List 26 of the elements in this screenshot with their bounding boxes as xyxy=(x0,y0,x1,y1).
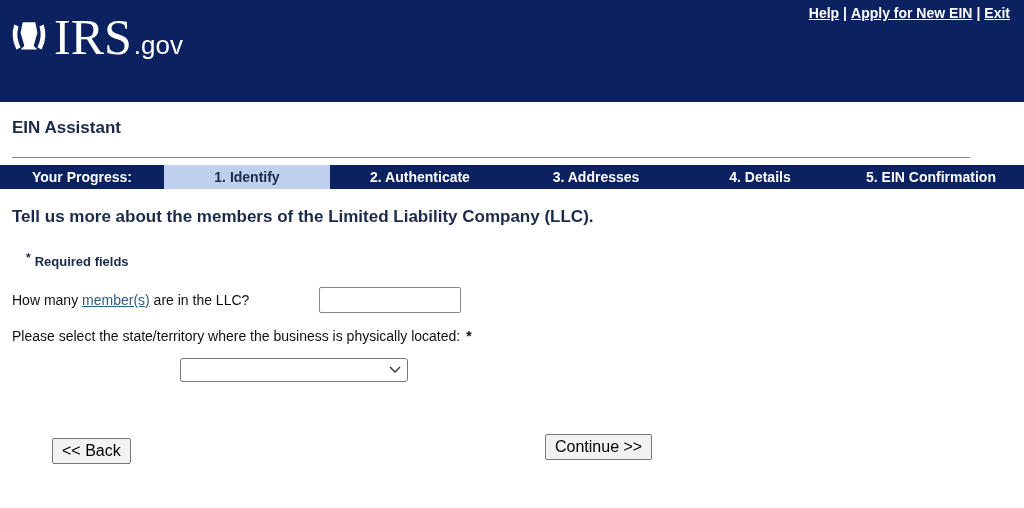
progress-step: 1. Identify xyxy=(164,165,330,189)
header-link[interactable]: Exit xyxy=(984,5,1010,21)
back-button[interactable]: << Back xyxy=(52,438,131,464)
chevron-down-icon xyxy=(389,366,401,374)
page-heading: Tell us more about the members of the Limited Liability Company (LLC). xyxy=(11,206,595,227)
link-separator: | xyxy=(843,5,848,21)
required-mark: * xyxy=(26,251,31,265)
required-mark: * xyxy=(466,328,472,344)
required-note: Required fields xyxy=(34,254,129,269)
members-input-field[interactable] xyxy=(319,287,462,313)
app-title: EIN Assistant xyxy=(11,117,122,139)
state-dropdown[interactable] xyxy=(180,358,408,382)
progress-step: 3. Addresses xyxy=(510,165,682,189)
header-link[interactable]: Apply for New EIN xyxy=(851,5,973,21)
progress-label: Your Progress: xyxy=(30,169,134,185)
progress-step: 2. Authenticate xyxy=(330,165,510,189)
progress-step: 4. Details xyxy=(682,165,838,189)
members-link[interactable]: member(s) xyxy=(82,292,150,308)
logo-text: IRS xyxy=(54,12,132,62)
link-separator: | xyxy=(976,5,981,21)
logo-suffix: .gov xyxy=(133,30,183,61)
progress-step: 5. EIN Confirmation xyxy=(838,165,1024,189)
question-text: How many member(s) are in the LLC? xyxy=(12,292,250,308)
question-text: Please select the state/territory where the business is physically located: xyxy=(12,328,461,344)
header-link[interactable]: Help xyxy=(808,5,840,21)
continue-button[interactable]: Continue >> xyxy=(545,434,653,460)
